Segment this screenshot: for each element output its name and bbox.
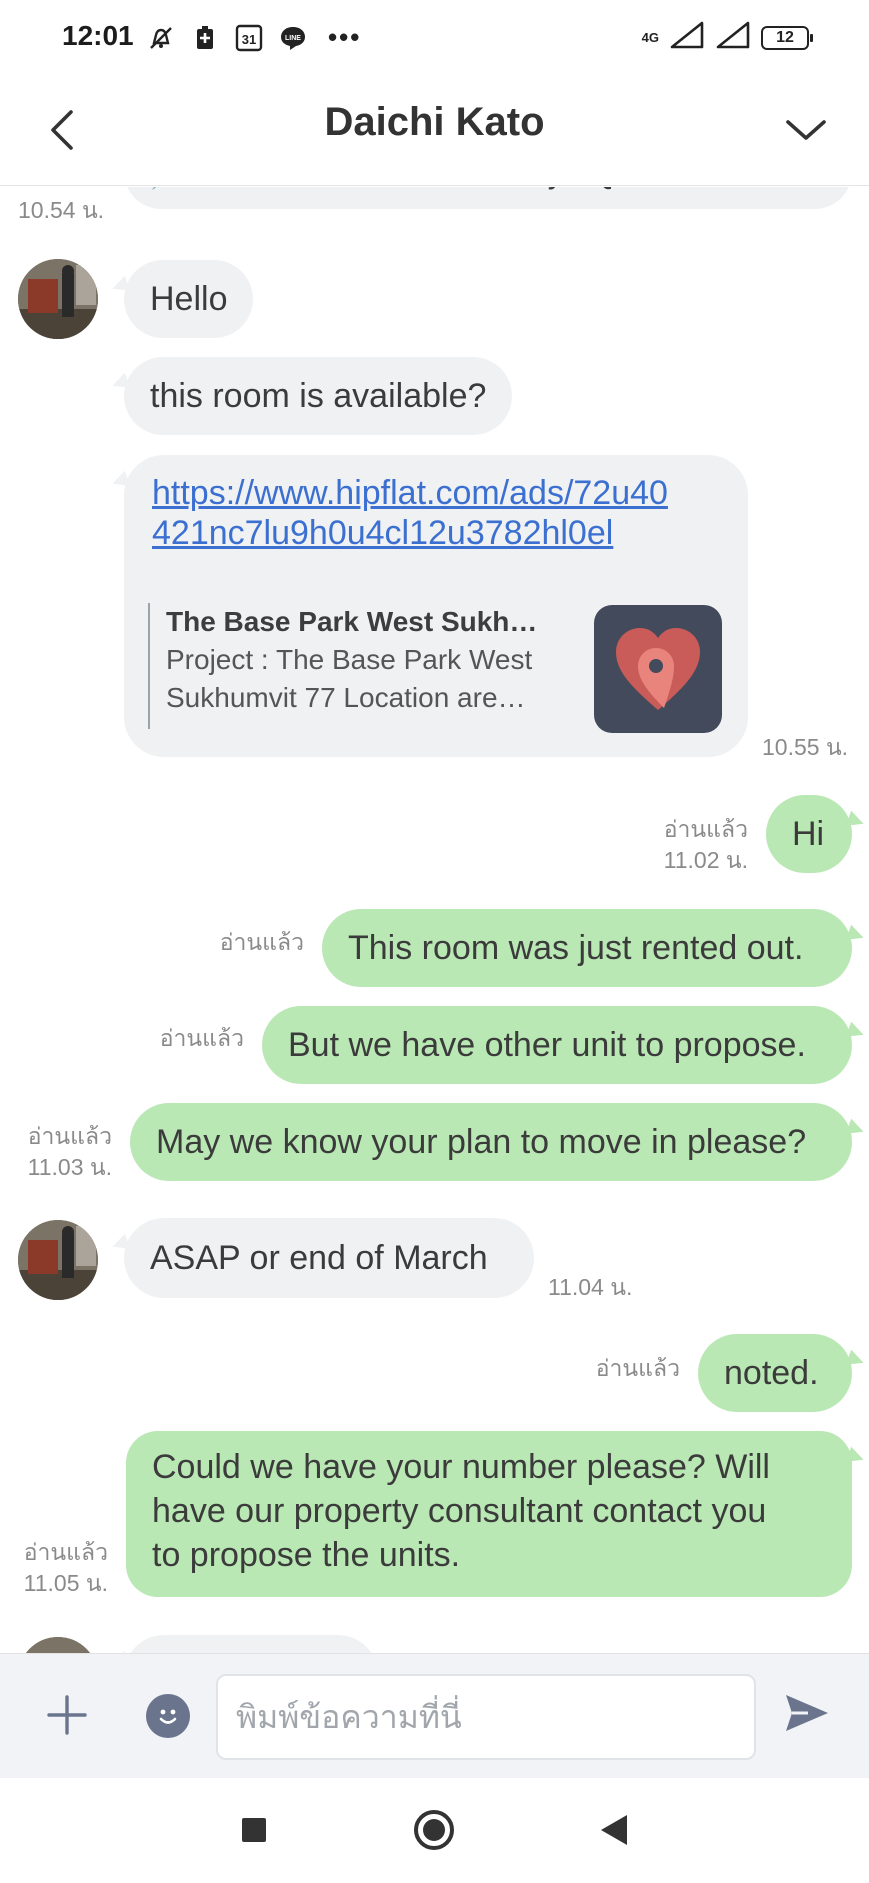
more-notifications-icon: •••: [328, 22, 362, 52]
message-bubble[interactable]: [124, 1635, 378, 1653]
message-bubble[interactable]: This room was just rented out.: [322, 909, 852, 987]
read-receipt: อ่านแล้ว: [23, 1539, 108, 1565]
read-receipt: อ่านแล้ว: [219, 929, 304, 955]
message-text: 📌 สามารถติดตามได้ที่ : bit.ly/3QZhW4I: [150, 187, 710, 198]
battery-icon: 12: [761, 25, 813, 50]
avatar[interactable]: [18, 1637, 98, 1653]
circle-icon: [414, 1810, 454, 1850]
back-nav-button[interactable]: [590, 1806, 638, 1854]
message-time: 11.04 น.: [548, 1274, 633, 1300]
message-bubble[interactable]: Hello: [124, 260, 254, 338]
expand-menu-button[interactable]: [779, 100, 833, 160]
message-status: อ่านแล้ว 11.03 น.: [8, 1121, 112, 1183]
message-composer: [0, 1653, 869, 1778]
link-line: 421nc7lu9h0u4cl12u3782hl0el: [152, 514, 614, 552]
message-bubble[interactable]: ASAP or end of March: [124, 1218, 534, 1298]
send-icon: [786, 1695, 828, 1731]
triangle-back-icon: [601, 1815, 627, 1845]
message-text: Hi: [792, 814, 825, 853]
message-line: have our property consultant contact you: [152, 1492, 767, 1530]
message-input[interactable]: [216, 1674, 756, 1760]
status-bar: 12:01 31 LINE ••• 4G 12: [0, 0, 869, 78]
notification-icons: 31 LINE •••: [146, 22, 361, 53]
signal-icon: [669, 20, 705, 55]
clock: 12:01: [62, 20, 134, 51]
map-pin-heart-icon: [616, 628, 700, 710]
preview-desc-line: Sukhumvit 77 Location are…: [166, 682, 526, 713]
message-bubble[interactable]: May we know your plan to move in please?: [130, 1103, 852, 1181]
message-text: But we have other unit to propose.: [288, 1025, 806, 1064]
message-text: this room is available?: [150, 376, 487, 415]
chat-header: Daichi Kato: [0, 78, 869, 186]
message-link[interactable]: https://www.hipflat.com/ads/72u40 421nc7…: [152, 473, 720, 553]
page-title: Daichi Kato: [324, 100, 545, 144]
message-text: Hello: [150, 279, 228, 318]
avatar[interactable]: [18, 1220, 98, 1300]
emoji-button[interactable]: [146, 1694, 190, 1738]
message-bubble[interactable]: noted.: [698, 1334, 852, 1412]
read-receipt: อ่านแล้ว: [595, 1355, 680, 1381]
smiley-icon: [159, 1709, 177, 1724]
square-icon: [242, 1818, 266, 1842]
message-bubble[interactable]: Could we have your number please? Will h…: [126, 1431, 852, 1597]
link-message-bubble[interactable]: https://www.hipflat.com/ads/72u40 421nc7…: [124, 455, 748, 757]
home-button[interactable]: [410, 1806, 458, 1854]
message-bubble[interactable]: But we have other unit to propose.: [262, 1006, 852, 1084]
preview-desc-line: Project : The Base Park West: [166, 644, 533, 675]
message-time: 11.05 น.: [23, 1570, 108, 1596]
recent-apps-button[interactable]: [230, 1806, 278, 1854]
message-text: ASAP or end of March: [150, 1238, 488, 1277]
chevron-down-icon: [786, 120, 826, 140]
message-line: to propose the units.: [152, 1536, 461, 1574]
message-text: Could we have your number please? Will h…: [152, 1445, 770, 1577]
message-status: อ่านแล้ว 11.02 น.: [640, 814, 748, 876]
link-line: https://www.hipflat.com/ads/72u40: [152, 474, 668, 512]
message-text: May we know your plan to move in please?: [156, 1122, 807, 1161]
message-time: 10.54 น.: [18, 197, 105, 223]
link-preview-description: Project : The Base Park West Sukhumvit 7…: [166, 641, 550, 717]
message-time: 11.03 น.: [27, 1154, 112, 1180]
network-type: 4G: [641, 30, 659, 45]
system-icons: 4G 12: [641, 20, 813, 55]
message-time: 11.02 น.: [663, 847, 748, 873]
battery-saver-icon: [190, 23, 220, 53]
link-preview[interactable]: The Base Park West Sukh… Project : The B…: [148, 603, 550, 729]
message-line: Could we have your number please? Will: [152, 1448, 770, 1486]
message-bubble[interactable]: this room is available?: [124, 357, 513, 435]
mute-icon: [146, 23, 176, 53]
link-preview-thumbnail[interactable]: [594, 605, 722, 733]
add-attachment-button[interactable]: [40, 1688, 94, 1742]
read-receipt: อ่านแล้ว: [27, 1123, 112, 1149]
system-navigation-bar: [0, 1778, 869, 1883]
line-icon: LINE: [278, 23, 308, 53]
signal-icon: [715, 20, 751, 55]
message-text: This room was just rented out.: [348, 928, 804, 967]
link-preview-title: The Base Park West Sukh…: [166, 606, 538, 637]
send-button[interactable]: [780, 1686, 834, 1740]
read-receipt: อ่านแล้ว: [159, 1025, 244, 1051]
message-bubble[interactable]: Hi: [766, 795, 852, 873]
svg-text:LINE: LINE: [285, 35, 301, 42]
svg-text:31: 31: [242, 32, 256, 47]
plus-icon: [47, 1695, 87, 1735]
message-text: noted.: [724, 1353, 819, 1392]
avatar[interactable]: [18, 259, 98, 339]
message-status: อ่านแล้ว 11.05 น.: [4, 1537, 108, 1599]
read-receipt: อ่านแล้ว: [663, 816, 748, 842]
calendar-icon: 31: [234, 23, 264, 53]
message-time: 10.55 น.: [762, 734, 849, 760]
message-bubble[interactable]: 📌 สามารถติดตามได้ที่ : bit.ly/3QZhW4I: [124, 187, 852, 209]
message-list[interactable]: 📌 สามารถติดตามได้ที่ : bit.ly/3QZhW4I 10…: [0, 187, 869, 1653]
